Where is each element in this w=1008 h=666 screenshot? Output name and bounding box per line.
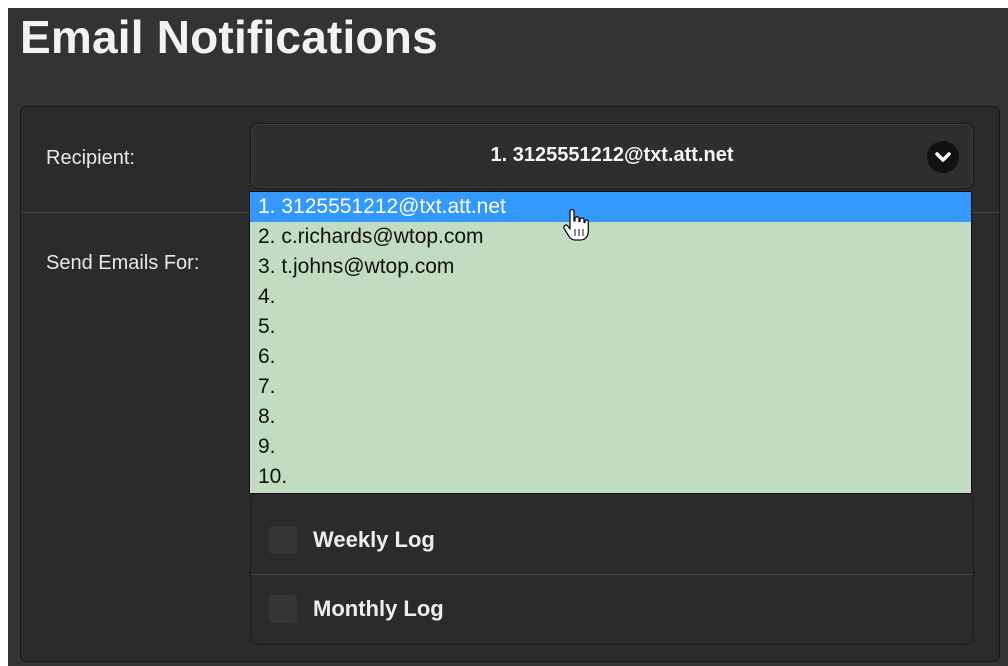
send-options-panel: Weekly Log Monthly Log bbox=[250, 493, 974, 645]
hand-cursor-icon bbox=[563, 208, 589, 243]
chevron-down-icon[interactable] bbox=[927, 141, 959, 173]
recipient-option[interactable]: 7. bbox=[250, 372, 971, 402]
monthly-log-label[interactable]: Monthly Log bbox=[313, 596, 444, 622]
recipient-select[interactable]: 1. 3125551212@txt.att.net bbox=[250, 123, 974, 189]
recipient-option[interactable]: 6. bbox=[250, 342, 971, 372]
recipient-option[interactable]: 5. bbox=[250, 312, 971, 342]
page-title: Email Notifications bbox=[20, 11, 438, 63]
weekly-log-option[interactable]: Weekly Log bbox=[251, 506, 973, 574]
send-emails-label: Send Emails For: bbox=[46, 252, 200, 274]
recipient-option[interactable]: 4. bbox=[250, 282, 971, 312]
recipient-dropdown-list[interactable]: 1. 3125551212@txt.att.net 2. c.richards@w… bbox=[249, 191, 972, 494]
recipient-option[interactable]: 1. 3125551212@txt.att.net bbox=[250, 192, 971, 222]
recipient-label: Recipient: bbox=[46, 147, 135, 169]
recipient-option[interactable]: 2. c.richards@wtop.com bbox=[250, 222, 971, 252]
recipient-option[interactable]: 3. t.johns@wtop.com bbox=[250, 252, 971, 282]
monthly-log-option[interactable]: Monthly Log bbox=[251, 575, 973, 643]
weekly-log-label[interactable]: Weekly Log bbox=[313, 527, 435, 553]
recipient-option[interactable]: 9. bbox=[250, 432, 971, 462]
recipient-option[interactable]: 10. bbox=[250, 462, 971, 492]
monthly-log-checkbox[interactable] bbox=[269, 595, 297, 623]
recipient-selected-value: 1. 3125551212@txt.att.net bbox=[490, 144, 734, 166]
recipient-option[interactable]: 8. bbox=[250, 402, 971, 432]
weekly-log-checkbox[interactable] bbox=[269, 526, 297, 554]
